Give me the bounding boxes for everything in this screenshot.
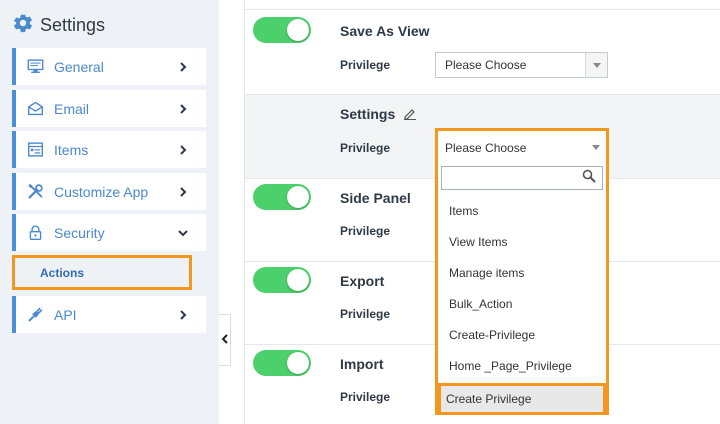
sidebar-item-general[interactable]: General: [12, 48, 206, 85]
sidebar-subitem-actions[interactable]: Actions: [12, 255, 192, 290]
privilege-label: Privilege: [340, 307, 391, 321]
dropdown-option[interactable]: Manage items: [449, 266, 524, 280]
privilege-select[interactable]: Please Choose: [435, 52, 608, 78]
toggle-switch[interactable]: [253, 184, 311, 210]
search-icon: [582, 169, 602, 188]
dropdown-arrow-icon: [586, 145, 606, 150]
select-value: Please Choose: [445, 58, 527, 72]
chevron-right-icon: [172, 309, 194, 321]
sidebar-item-label: Customize App: [54, 183, 149, 200]
chevron-right-icon: [172, 144, 194, 156]
dropdown-arrow-icon: [585, 53, 607, 77]
section-save-as-view: Save As View Privilege Please Choose: [245, 9, 720, 94]
lock-icon: [25, 223, 45, 243]
collapse-sidebar-button[interactable]: [219, 314, 231, 366]
sidebar-title: Settings: [40, 14, 106, 35]
chevron-right-icon: [172, 61, 194, 73]
sidebar-item-label: API: [54, 306, 77, 323]
dropdown-option[interactable]: Create-Privilege: [449, 328, 535, 342]
toggle-switch[interactable]: [253, 17, 311, 43]
sidebar-subitem-label: Actions: [40, 265, 85, 280]
dropdown-option[interactable]: Bulk_Action: [449, 297, 512, 311]
privilege-label: Privilege: [340, 390, 391, 404]
sidebar: Settings General Email Items Customize A…: [0, 0, 219, 424]
chevron-right-icon: [172, 186, 194, 198]
privilege-label: Privilege: [340, 58, 391, 72]
sidebar-item-security[interactable]: Security: [12, 214, 206, 251]
privilege-label: Privilege: [340, 141, 391, 155]
gear-icon: [12, 12, 34, 39]
pencil-icon[interactable]: [404, 107, 417, 123]
sidebar-item-label: Items: [54, 141, 89, 158]
dropdown-option[interactable]: View Items: [449, 235, 507, 249]
sidebar-item-email[interactable]: Email: [12, 90, 206, 127]
sidebar-item-customize-app[interactable]: Customize App: [12, 173, 206, 210]
dropdown-search-input[interactable]: [441, 166, 603, 190]
toggle-switch[interactable]: [253, 267, 311, 293]
section-title-row: Settings: [340, 106, 417, 123]
select-value: Please Choose: [445, 140, 527, 155]
toggle-switch[interactable]: [253, 350, 311, 376]
list-icon: [25, 140, 45, 160]
dropdown-option-highlighted[interactable]: Create Privilege: [438, 383, 606, 415]
privilege-select-open[interactable]: Please Choose: [440, 134, 606, 161]
chevron-left-icon: [221, 331, 229, 349]
dropdown-option-label: Create Privilege: [446, 392, 532, 406]
sidebar-item-label: Email: [54, 100, 90, 117]
envelope-icon: [25, 99, 45, 119]
dropdown-option[interactable]: Home _Page_Privilege: [449, 359, 572, 373]
monitor-icon: [25, 57, 45, 77]
section-title: Side Panel: [340, 190, 411, 206]
sidebar-header: Settings: [12, 12, 105, 38]
chevron-right-icon: [172, 103, 194, 115]
sidebar-item-label: General: [54, 58, 104, 75]
section-title: Settings: [340, 106, 396, 122]
sidebar-item-api[interactable]: API: [12, 296, 206, 333]
plug-icon: [25, 305, 45, 325]
section-title: Import: [340, 356, 384, 372]
sidebar-item-label: Security: [54, 224, 105, 241]
sidebar-item-items[interactable]: Items: [12, 131, 206, 168]
tools-icon: [25, 182, 45, 202]
privilege-label: Privilege: [340, 224, 391, 238]
dropdown-option[interactable]: Items: [449, 204, 478, 218]
section-title: Export: [340, 273, 385, 289]
chevron-down-icon: [172, 227, 194, 239]
section-title: Save As View: [340, 23, 430, 39]
